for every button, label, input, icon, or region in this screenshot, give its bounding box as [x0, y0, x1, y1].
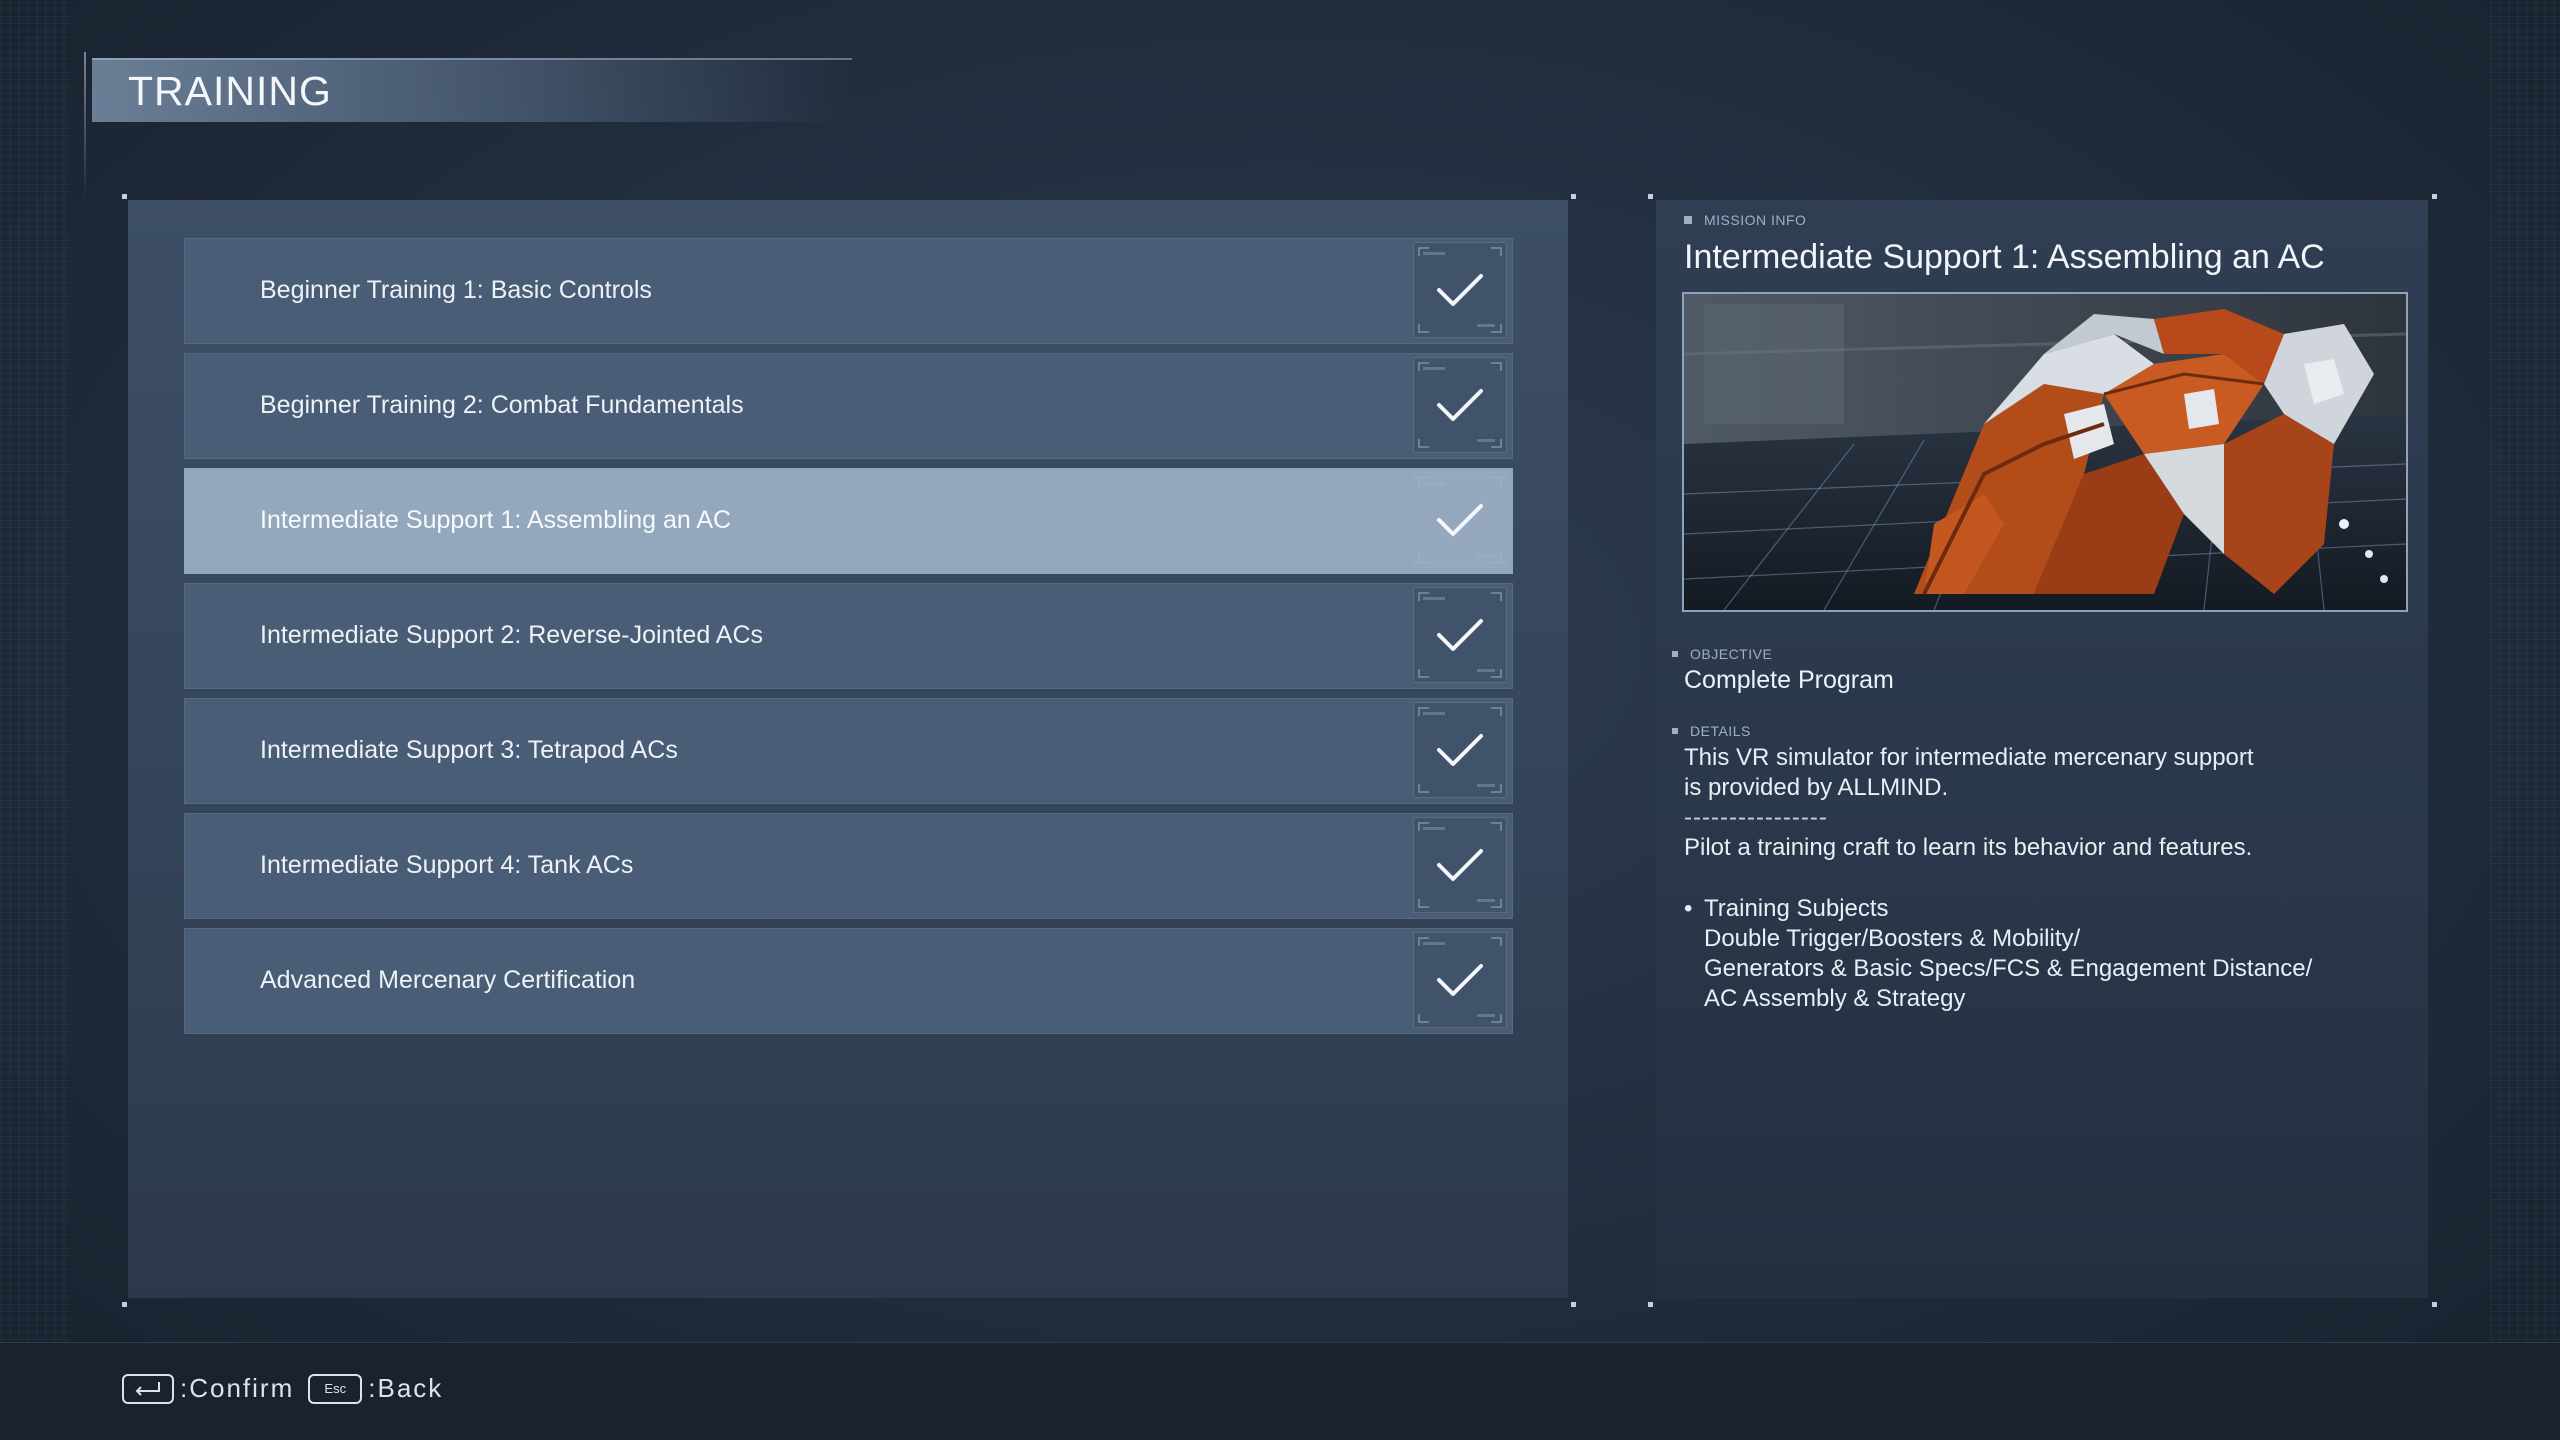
left-edge-decoration [0, 0, 70, 1340]
checkmark-icon [1418, 592, 1502, 678]
esc-key-icon[interactable]: Esc [308, 1373, 363, 1404]
mission-info-title: Intermediate Support 1: Assembling an AC [1684, 238, 2325, 276]
corner-dot [2432, 194, 2437, 199]
mission-label: Beginner Training 1: Basic Controls [260, 276, 652, 304]
mission-info-tag: MISSION INFO [1684, 212, 1806, 228]
mission-list: Beginner Training 1: Basic Controls Begin… [184, 238, 1513, 1043]
square-icon [1672, 728, 1678, 734]
enter-arrow-icon [135, 1381, 160, 1396]
title-bar: TRAINING [92, 58, 852, 122]
corner-dot [122, 194, 127, 199]
mission-label: Intermediate Support 1: Assembling an AC [260, 506, 732, 534]
right-edge-decoration [2490, 0, 2560, 1340]
checkmark-icon [1418, 822, 1502, 908]
ac-mech-illustration [1684, 294, 2406, 610]
checkmark-icon [1418, 707, 1502, 793]
details-line: is provided by ALLMIND. [1684, 774, 1949, 801]
objective-value: Complete Program [1684, 666, 1894, 694]
subjects-heading: Training Subjects [1704, 895, 1889, 922]
objective-label: OBJECTIVE [1690, 646, 1773, 662]
mission-row[interactable]: Intermediate Support 2: Reverse-Jointed … [184, 583, 1513, 689]
training-screen: TRAINING Beginner Training 1: Basic Cont… [0, 0, 2560, 1440]
mission-label: Advanced Mercenary Certification [260, 966, 636, 994]
subjects-line: AC Assembly & Strategy [1704, 985, 1966, 1012]
details-line: This VR simulator for intermediate merce… [1684, 744, 2254, 771]
corner-dot [1571, 1302, 1576, 1307]
corner-dot [1648, 194, 1653, 199]
mission-label: Intermediate Support 3: Tetrapod ACs [260, 736, 678, 764]
corner-dot [1648, 1302, 1653, 1307]
checkmark-icon [1418, 477, 1502, 563]
square-icon [1672, 651, 1678, 657]
details-tag: DETAILS [1672, 723, 1751, 739]
footer-bar: :Confirm Esc :Back [0, 1342, 2560, 1440]
details-line: Pilot a training craft to learn its beha… [1684, 834, 2253, 861]
completion-box [1413, 472, 1507, 568]
mission-label: Intermediate Support 4: Tank ACs [260, 851, 634, 879]
corner-dot [1571, 194, 1576, 199]
bullet-icon: • [1684, 895, 1693, 922]
mission-row[interactable]: Intermediate Support 3: Tetrapod ACs [184, 698, 1513, 804]
page-title: TRAINING [128, 68, 332, 114]
mission-row[interactable]: Advanced Mercenary Certification [184, 928, 1513, 1034]
details-separator: ---------------- [1684, 804, 1828, 831]
mission-list-panel: Beginner Training 1: Basic Controls Begin… [128, 200, 1568, 1298]
checkmark-icon [1418, 362, 1502, 448]
header-accent-line [84, 52, 86, 202]
enter-key-icon[interactable] [122, 1373, 174, 1404]
completion-box [1413, 357, 1507, 453]
completion-box [1413, 587, 1507, 683]
subjects-line: Double Trigger/Boosters & Mobility/ [1704, 925, 2081, 952]
checkmark-icon [1418, 247, 1502, 333]
objective-tag: OBJECTIVE [1672, 646, 1772, 662]
mission-row[interactable]: Intermediate Support 1: Assembling an AC [184, 468, 1513, 574]
details-label: DETAILS [1690, 723, 1751, 739]
completion-box [1413, 702, 1507, 798]
corner-dot [122, 1302, 127, 1307]
mission-label: Beginner Training 2: Combat Fundamentals [260, 391, 744, 419]
mission-row[interactable]: Intermediate Support 4: Tank ACs [184, 813, 1513, 919]
completion-box [1413, 817, 1507, 913]
checkmark-icon [1418, 937, 1502, 1023]
subjects-line: Generators & Basic Specs/FCS & Engagemen… [1704, 955, 2313, 982]
mission-label: Intermediate Support 2: Reverse-Jointed … [260, 621, 764, 649]
confirm-label[interactable]: :Confirm [180, 1373, 294, 1404]
completion-box [1413, 242, 1507, 338]
mission-info-label: MISSION INFO [1704, 212, 1807, 228]
details-text: This VR simulator for intermediate merce… [1684, 743, 2404, 863]
mission-preview-image [1682, 292, 2408, 612]
training-subjects: • Training Subjects Double Trigger/Boost… [1684, 894, 2404, 1014]
mission-row[interactable]: Beginner Training 1: Basic Controls [184, 238, 1513, 344]
corner-dot [2432, 1302, 2437, 1307]
footer-controls: :Confirm Esc :Back [122, 1373, 443, 1404]
completion-box [1413, 932, 1507, 1028]
back-label[interactable]: :Back [368, 1373, 443, 1404]
mission-info-panel: MISSION INFO Intermediate Support 1: Ass… [1656, 200, 2428, 1298]
mission-row[interactable]: Beginner Training 2: Combat Fundamentals [184, 353, 1513, 459]
square-icon [1684, 216, 1692, 224]
